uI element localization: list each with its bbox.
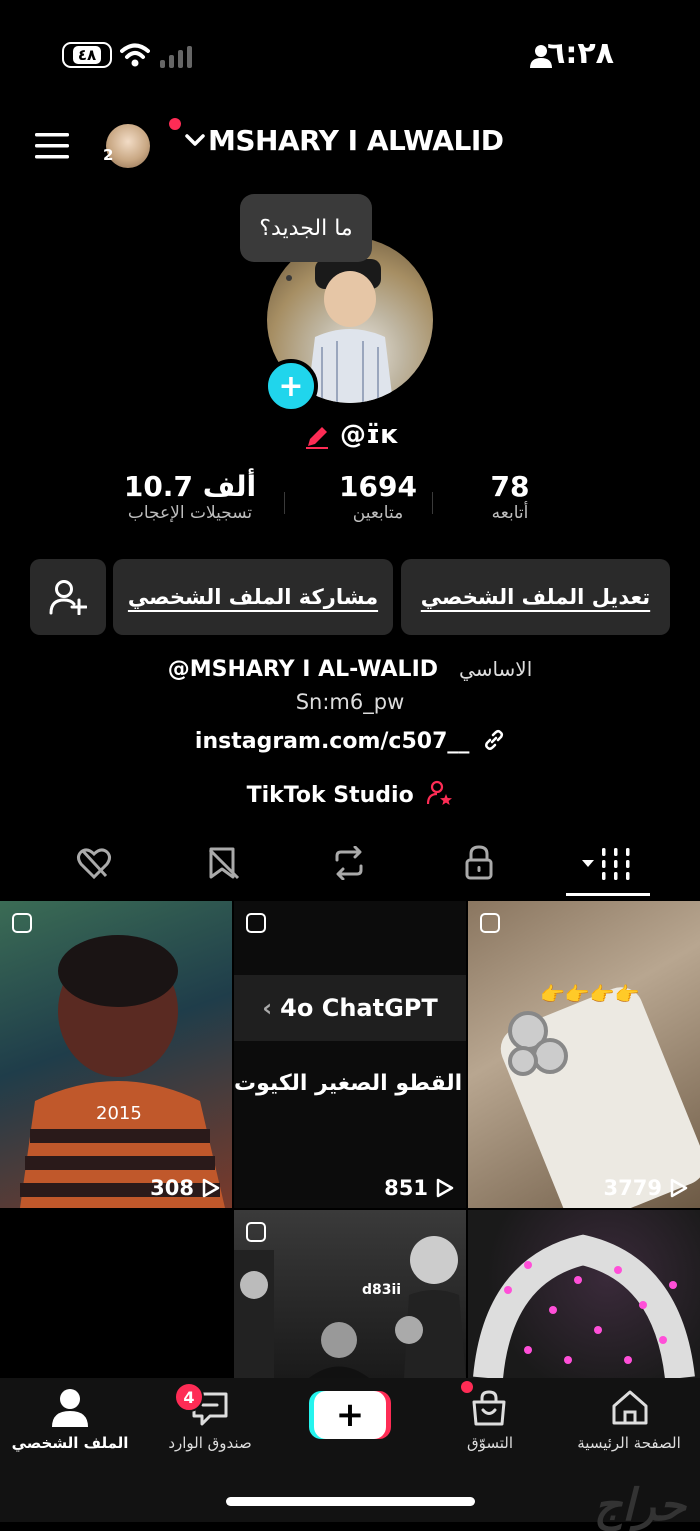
video-thumbnail[interactable]: d83ii [234,1210,466,1378]
stat-divider [432,492,433,514]
view-count-value: 851 [384,1176,428,1200]
add-person-icon [49,580,87,615]
create-button[interactable]: + [314,1391,386,1439]
profile-icon [52,1389,88,1427]
share-profile-button[interactable]: مشاركة الملف الشخصي [113,559,393,635]
nav-profile-label: الملف الشخصي [11,1434,129,1452]
video-thumbnail[interactable]: 2015 308 [0,901,232,1208]
chatgpt-title: 4o ChatGPT [280,994,438,1022]
videos-grid-tab-icon[interactable] [580,846,636,880]
nav-inbox-label: صندوق الوارد [168,1434,252,1452]
edit-profile-button[interactable]: تعديل الملف الشخصي [401,559,670,635]
followers-stat[interactable]: 1694 متابعين [298,470,458,523]
shopping-bag-icon [472,1390,506,1426]
overlay-text: d83ii [362,1282,402,1298]
bio-link[interactable]: instagram.com/c507__ [0,729,700,754]
bio-line-1: @MSHARY I AL-WALID الاساسي [0,657,700,682]
video-thumbnail[interactable]: ‹ 4o ChatGPT ع القطو الصغير الكيوت 851 [234,901,466,1208]
following-label: أتابعه [491,503,529,523]
video-thumbnail-empty [0,1210,232,1378]
followers-count: 1694 [339,470,417,503]
overlay-text: ع القطو الصغير الكيوت [234,1071,466,1096]
bio-line-2: Sn:m6_pw [295,690,405,714]
play-icon [670,1178,688,1198]
battery-level: ٤٨ [72,46,102,64]
view-count-value: 308 [150,1176,194,1200]
multi-clip-icon [480,913,500,933]
watermark-logo: حراج [593,1480,686,1531]
link-icon [485,729,504,751]
nav-profile[interactable]: الملف الشخصي [8,1388,132,1458]
shop-notification-dot [461,1381,473,1393]
wifi-icon [120,43,150,67]
view-count: 308 [150,1176,220,1200]
nav-shop[interactable]: التسوّق [440,1388,540,1458]
add-friends-button[interactable] [30,559,106,635]
nav-inbox[interactable]: صندوق الوارد [150,1388,270,1458]
menu-icon[interactable] [35,132,69,160]
thumbnail-art [234,1236,466,1378]
multi-clip-icon [246,1222,266,1242]
profile-username[interactable]: MSHARY I ALWALID [208,124,504,157]
chatgpt-header: ‹ 4o ChatGPT [234,975,466,1041]
home-indicator[interactable] [226,1497,475,1506]
profile-handle: @ɪ̈ĸ [340,420,398,450]
active-tab-indicator [566,893,650,896]
thumbnail-art [20,935,225,1208]
likes-stat[interactable]: 10.7 ألف تسجيلات الإعجاب [110,470,270,523]
notification-dot [169,118,181,130]
status-time: ٦:٢٨ [547,36,614,71]
view-count-value: 3779 [603,1176,662,1200]
view-count: 851 [384,1176,454,1200]
following-stat[interactable]: 78 أتابعه [450,470,570,523]
edit-pencil-icon[interactable] [304,424,330,450]
bio-prefix: الاساسي [459,657,533,681]
tiktok-studio-label[interactable]: TikTok Studio [247,783,414,808]
bio-link-text[interactable]: instagram.com/c507__ [195,729,469,754]
add-story-button[interactable]: + [264,359,318,413]
view-count: 3779 [604,1176,688,1200]
multi-clip-icon [12,913,32,933]
home-icon [612,1390,648,1425]
nav-home-label: الصفحة الرئيسية [577,1434,681,1452]
chevron-down-icon[interactable] [184,132,206,148]
video-thumbnail[interactable]: 👉👉👉👉 3779 [468,901,700,1208]
inbox-badge: 4 [174,1382,204,1412]
multi-clip-icon [246,913,266,933]
play-icon [202,1178,220,1198]
account-count-badge: 2 [103,146,114,164]
nav-home[interactable]: الصفحة الرئيسية [566,1388,692,1458]
favorites-tab-icon[interactable] [206,846,242,880]
followers-label: متابعين [352,503,404,523]
liked-videos-tab-icon[interactable] [76,846,112,880]
share-profile-label: مشاركة الملف الشخصي [127,585,379,609]
likes-label: تسجيلات الإعجاب [127,503,253,523]
thumbnail-art [473,1234,695,1378]
following-count: 78 [490,470,530,503]
edit-profile-label: تعديل الملف الشخصي [420,585,651,609]
private-videos-tab-icon[interactable] [464,844,494,880]
nav-shop-label: التسوّق [466,1434,514,1452]
thumbnail-art: 👉👉👉👉 [500,982,700,1208]
likes-count: 10.7 ألف [123,470,257,503]
creator-star-icon [427,780,453,805]
video-thumbnail[interactable] [468,1210,700,1378]
overlay-text: 2015 [96,1103,142,1124]
reposts-tab-icon[interactable] [331,846,367,880]
bio-mention[interactable]: @MSHARY I AL-WALID [168,657,438,682]
tooltip-tail [286,275,292,281]
play-icon [436,1178,454,1198]
cellular-signal-icon [160,44,200,68]
whats-new-tooltip[interactable]: ما الجديد؟ [240,194,372,262]
tiktok-studio-link[interactable]: TikTok Studio [0,780,700,808]
stat-divider [284,492,285,514]
svg-text:👉👉👉👉: 👉👉👉👉 [540,982,640,1006]
battery-icon: ٤٨ [62,42,112,68]
